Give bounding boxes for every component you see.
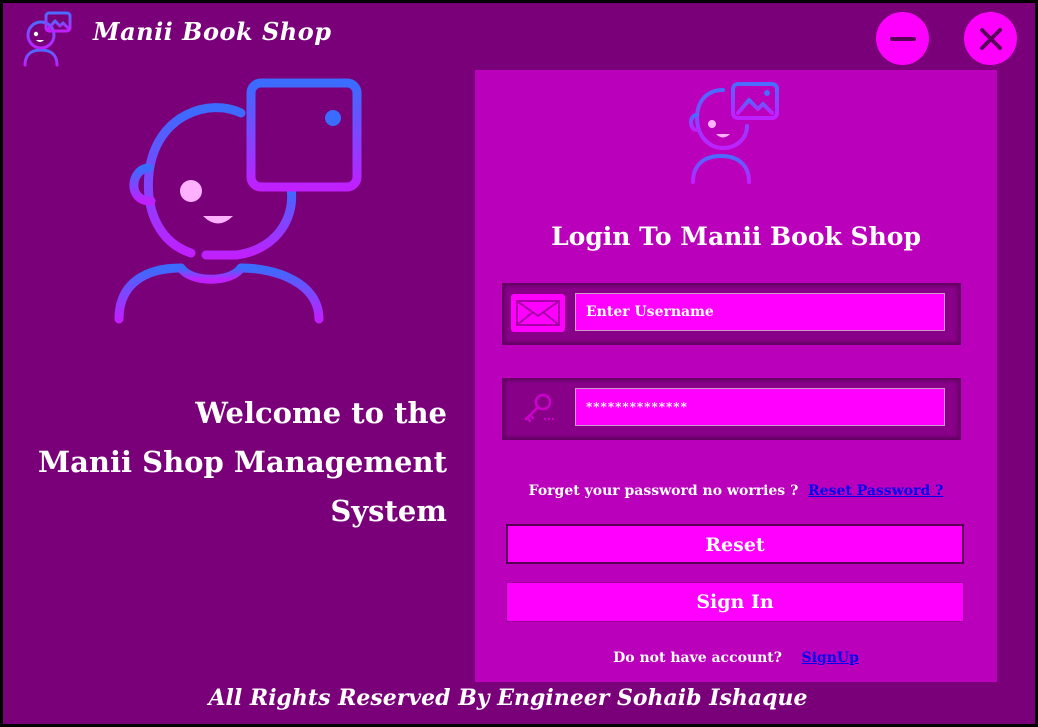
forgot-password-row: Forget your password no worries ? Reset …: [475, 483, 997, 499]
sign-in-button[interactable]: Sign In: [506, 582, 964, 622]
reset-password-link[interactable]: Reset Password ?: [808, 483, 943, 499]
login-title: Login To Manii Book Shop: [551, 222, 921, 251]
robot-chat-icon: [111, 73, 367, 329]
password-input[interactable]: **************: [575, 388, 945, 426]
welcome-message: Welcome to the Manii Shop Management Sys…: [7, 389, 447, 536]
password-field-group: **************: [502, 378, 961, 440]
minimize-button[interactable]: [876, 12, 929, 65]
signup-link[interactable]: SignUp: [801, 650, 858, 666]
welcome-line-1: Welcome to the: [195, 396, 447, 430]
forgot-password-text: Forget your password no worries ?: [528, 483, 799, 499]
close-icon: [979, 27, 1002, 50]
key-icon: [511, 389, 565, 427]
app-title: Manii Book Shop: [93, 17, 332, 46]
username-input[interactable]: Enter Username: [575, 293, 945, 331]
no-account-text: Do not have account?: [613, 650, 782, 666]
signup-row: Do not have account? SignUp: [475, 650, 997, 666]
robot-avatar-icon: [683, 80, 783, 184]
close-button[interactable]: [964, 12, 1017, 65]
reset-button[interactable]: Reset: [506, 524, 964, 564]
welcome-line-3: System: [330, 494, 447, 528]
login-panel: Login To Manii Book Shop Enter Username: [475, 70, 997, 682]
footer-copyright: All Rights Reserved By Engineer Sohaib I…: [208, 685, 808, 711]
minus-icon: [889, 36, 916, 41]
robot-avatar-icon: [19, 9, 75, 67]
username-field-group: Enter Username: [502, 283, 961, 345]
mail-icon: [511, 294, 565, 332]
app-window: Manii Book Shop Welcome to the Manii Sho…: [3, 3, 1035, 724]
welcome-line-2: Manii Shop Management: [38, 445, 447, 479]
